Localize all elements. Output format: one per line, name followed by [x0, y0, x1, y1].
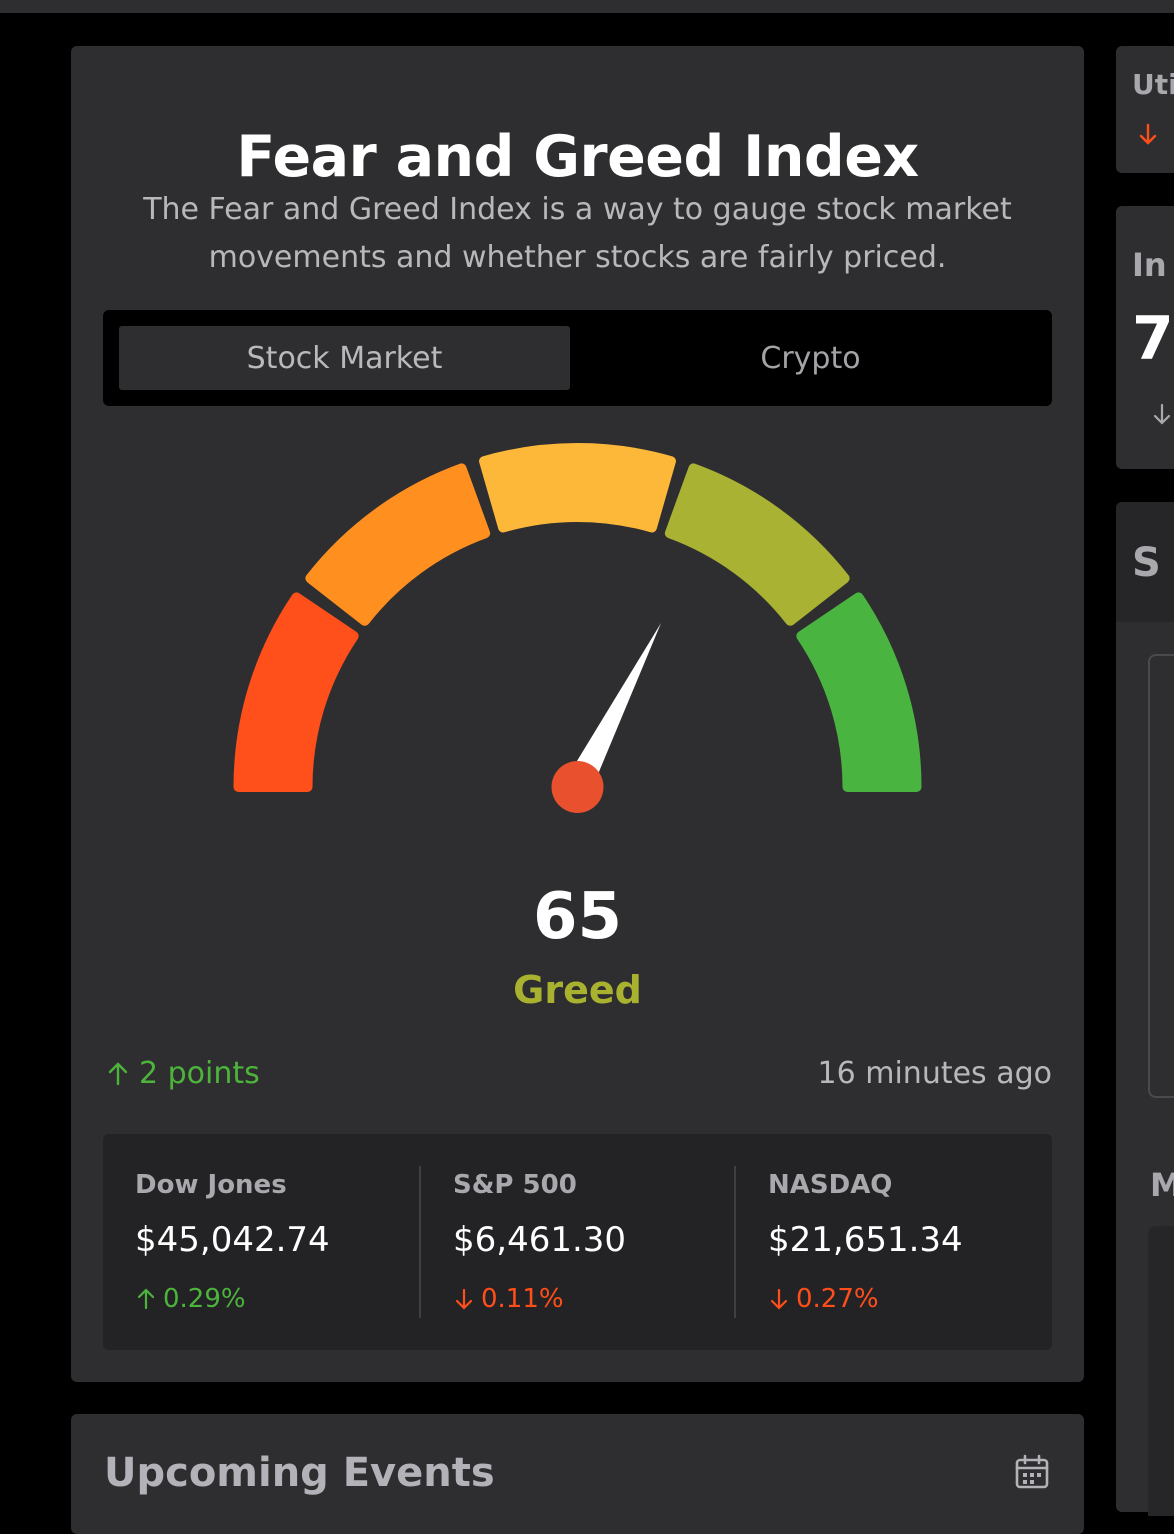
side-panel-title: S: [1132, 540, 1161, 586]
arrow-down-icon: [1153, 403, 1171, 425]
upcoming-events-card: Upcoming Events: [71, 1414, 1084, 1534]
index-price: $6,461.30: [453, 1220, 627, 1260]
side-card-value: 7: [1132, 304, 1174, 374]
side-card-label: In: [1132, 246, 1167, 284]
index-change: 0.27%: [768, 1284, 879, 1314]
sentiment-label: Greed: [513, 968, 642, 1012]
index-name: NASDAQ: [768, 1170, 893, 1200]
gauge-segment-extreme-greed: [796, 592, 922, 792]
score-change-text: 2 points: [139, 1056, 260, 1091]
fear-greed-card: Fear and Greed Index The Fear and Greed …: [71, 46, 1084, 1382]
index-name: Dow Jones: [135, 1170, 287, 1200]
side-panel-box: [1148, 654, 1174, 1098]
gauge-segment-extreme-fear: [233, 592, 359, 792]
arrow-down-icon: [770, 1288, 788, 1310]
index-nasdaq[interactable]: NASDAQ $21,651.34 0.27%: [736, 1134, 1036, 1350]
index-sp-500[interactable]: S&P 500 $6,461.30 0.11%: [421, 1134, 721, 1350]
market-indices: Dow Jones $45,042.74 0.29% S&P 500 $6,46…: [103, 1134, 1052, 1350]
index-price: $21,651.34: [768, 1220, 963, 1260]
calendar-icon[interactable]: [1014, 1454, 1050, 1490]
side-panel-block: [1148, 1226, 1174, 1516]
side-card-panel: S M: [1116, 502, 1174, 1516]
arrow-down-icon: [455, 1288, 473, 1310]
index-change: 0.11%: [453, 1284, 564, 1314]
arrow-up-icon: [108, 1061, 128, 1085]
index-score: 65: [532, 880, 623, 954]
arrow-down-icon: [1139, 123, 1157, 145]
index-change: 0.29%: [135, 1284, 246, 1314]
top-bar: [0, 0, 1174, 13]
fear-greed-gauge: [233, 443, 922, 813]
side-card-label: Uti: [1132, 68, 1174, 101]
gauge-segment-greed: [664, 463, 850, 626]
side-panel-subtitle: M: [1150, 1166, 1174, 1204]
updated-time: 16 minutes ago: [817, 1056, 1052, 1091]
index-name: S&P 500: [453, 1170, 577, 1200]
gauge-segment-fear: [305, 463, 491, 626]
side-card-index[interactable]: In 7: [1116, 206, 1174, 469]
arrow-up-icon: [137, 1288, 155, 1310]
gauge-needle-hub: [551, 761, 604, 813]
index-dow-jones[interactable]: Dow Jones $45,042.74 0.29%: [103, 1134, 403, 1350]
index-price: $45,042.74: [135, 1220, 330, 1260]
upcoming-events-title: Upcoming Events: [104, 1450, 495, 1496]
side-card-utilities[interactable]: Uti: [1116, 46, 1174, 173]
gauge-segment-neutral: [479, 443, 676, 533]
score-change: 2 points: [105, 1056, 260, 1091]
